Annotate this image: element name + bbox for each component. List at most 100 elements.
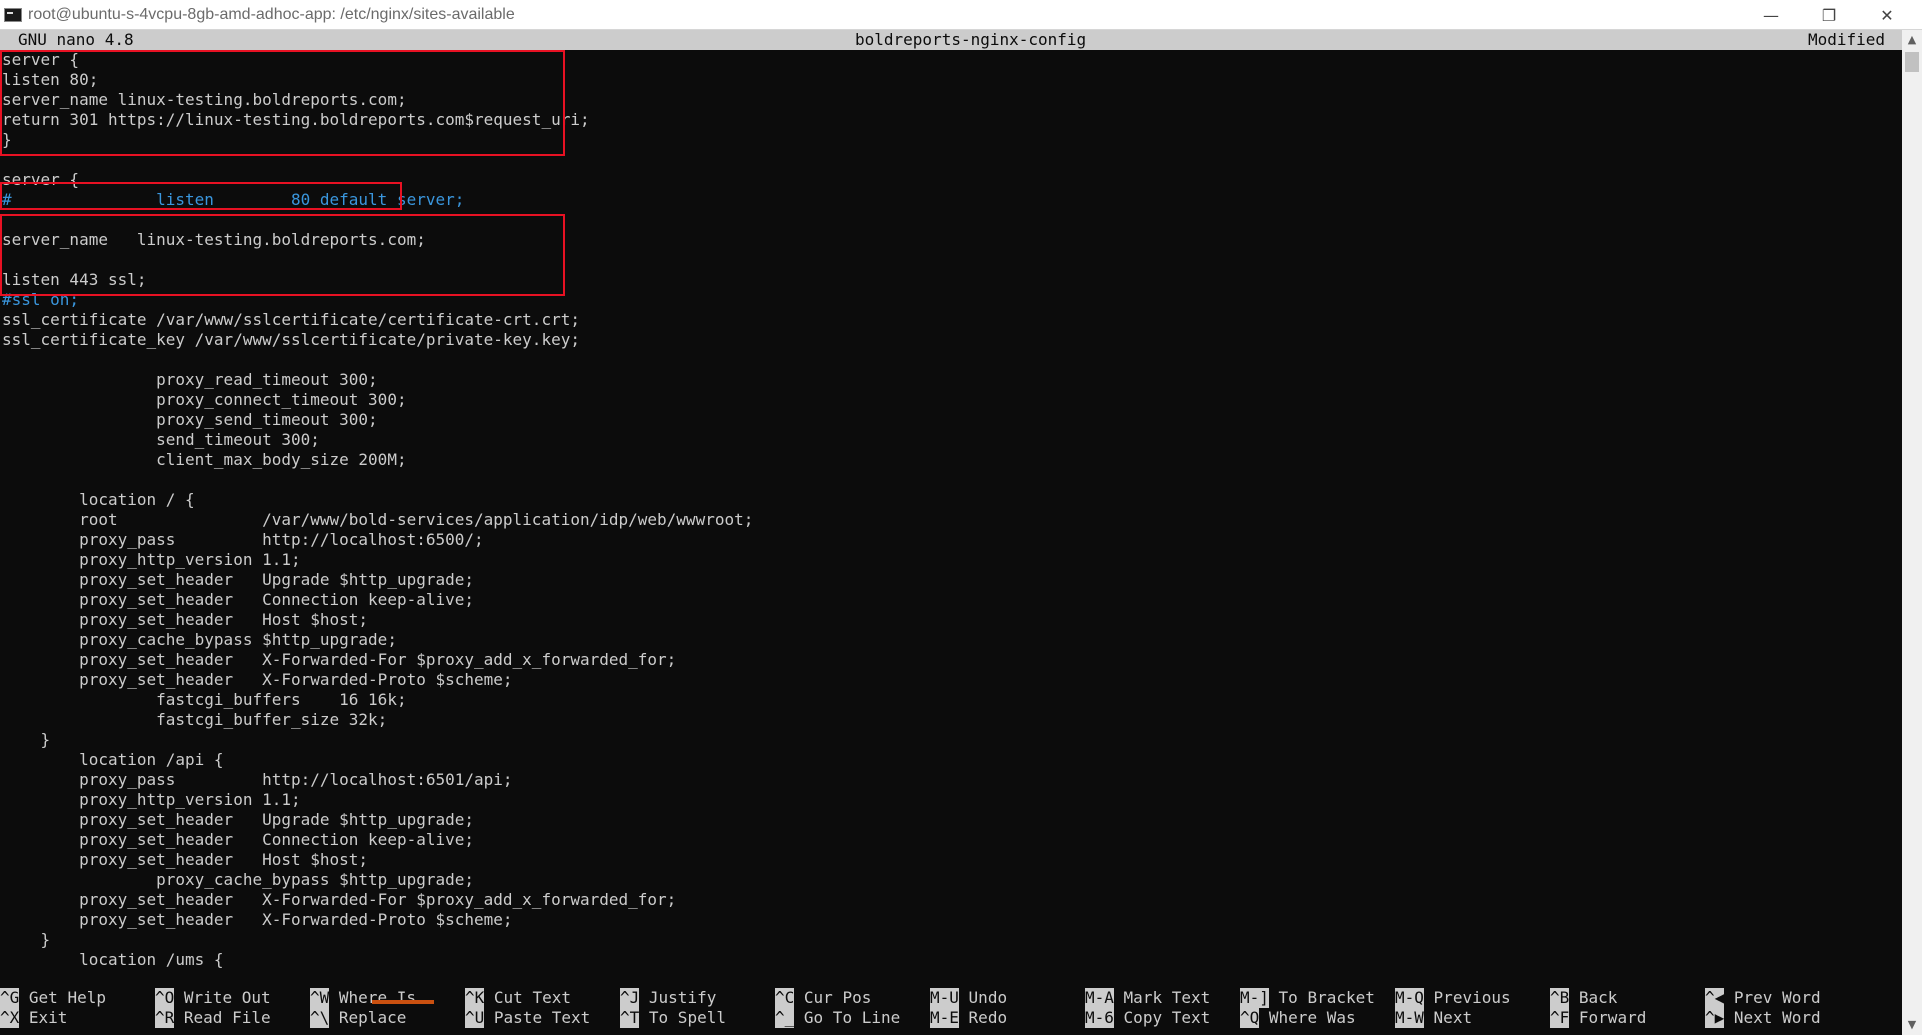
shortcut-key: ^B bbox=[1550, 988, 1570, 1008]
code-text: proxy_set_header Connection keep-alive; bbox=[2, 590, 475, 609]
shortcut-item: M-W Next bbox=[1395, 1008, 1472, 1028]
code-text: proxy_set_header X-Forwarded-Proto $sche… bbox=[2, 670, 513, 689]
shortcut-label: Copy Text bbox=[1123, 1008, 1211, 1027]
code-line[interactable]: proxy_set_header Upgrade $http_upgrade; bbox=[2, 810, 474, 830]
code-line[interactable]: proxy_set_header Upgrade $http_upgrade; bbox=[2, 570, 474, 590]
shortcut-item: ^G Get Help bbox=[0, 988, 106, 1008]
code-line[interactable]: proxy_cache_bypass $http_upgrade; bbox=[2, 870, 474, 890]
shortcut-item: ^K Cut Text bbox=[465, 988, 571, 1008]
code-line[interactable]: proxy_set_header Connection keep-alive; bbox=[2, 830, 474, 850]
shortcut-key: M-U bbox=[930, 988, 959, 1008]
shortcut-label: Where Was bbox=[1268, 1008, 1356, 1027]
terminal-area[interactable]: GNU nano 4.8 boldreports-nginx-config Mo… bbox=[0, 30, 1902, 1035]
shortcut-label: To Spell bbox=[648, 1008, 726, 1027]
code-text: client_max_body_size 200M; bbox=[2, 450, 407, 469]
shortcut-label: Next Word bbox=[1733, 1008, 1821, 1027]
shortcut-key: M-] bbox=[1240, 988, 1269, 1008]
code-line[interactable]: fastcgi_buffers 16 16k; bbox=[2, 690, 406, 710]
terminal-icon bbox=[4, 7, 22, 22]
shortcut-key: ^W bbox=[310, 988, 330, 1008]
shortcut-label: Undo bbox=[968, 988, 1008, 1007]
code-line[interactable]: proxy_connect_timeout 300; bbox=[2, 390, 407, 410]
code-text: proxy_connect_timeout 300; bbox=[2, 390, 407, 409]
code-line[interactable]: proxy_set_header Host $host; bbox=[2, 850, 368, 870]
code-line[interactable]: send_timeout 300; bbox=[2, 430, 320, 450]
shortcut-key: ^R bbox=[155, 1008, 175, 1028]
nano-header-bar: GNU nano 4.8 boldreports-nginx-config Mo… bbox=[0, 30, 1902, 50]
restore-button[interactable]: ❐ bbox=[1800, 0, 1858, 30]
shortcut-label: Back bbox=[1578, 988, 1618, 1007]
code-line[interactable]: proxy_send_timeout 300; bbox=[2, 410, 378, 430]
code-line[interactable]: proxy_cache_bypass $http_upgrade; bbox=[2, 630, 397, 650]
code-text: proxy_set_header Upgrade $http_upgrade; bbox=[2, 570, 475, 589]
code-text: proxy_pass http://localhost:6500/; bbox=[2, 530, 484, 549]
code-line[interactable]: proxy_set_header X-Forwarded-Proto $sche… bbox=[2, 670, 513, 690]
code-line[interactable]: location /api { bbox=[2, 750, 224, 770]
code-line[interactable]: proxy_http_version 1.1; bbox=[2, 790, 301, 810]
shortcut-label: Go To Line bbox=[803, 1008, 901, 1027]
shortcut-label: To Bracket bbox=[1278, 988, 1375, 1007]
code-text: proxy_cache_bypass $http_upgrade; bbox=[2, 630, 397, 649]
shortcut-label: Next bbox=[1433, 1008, 1473, 1027]
code-line[interactable]: proxy_read_timeout 300; bbox=[2, 370, 378, 390]
code-text: location / { bbox=[2, 490, 195, 509]
highlight-box-server-name bbox=[0, 182, 402, 210]
shortcut-label: Where Is bbox=[338, 988, 416, 1007]
code-text: location /ums { bbox=[2, 950, 224, 969]
shortcut-key: ^K bbox=[465, 988, 485, 1008]
code-line[interactable]: proxy_http_version 1.1; bbox=[2, 550, 301, 570]
shortcut-label: Prev Word bbox=[1733, 988, 1821, 1007]
code-line[interactable]: location / { bbox=[2, 490, 195, 510]
code-line[interactable]: proxy_set_header Connection keep-alive; bbox=[2, 590, 474, 610]
shortcut-label: Redo bbox=[968, 1008, 1008, 1027]
shortcut-item: M-Q Previous bbox=[1395, 988, 1511, 1008]
shortcut-label: Paste Text bbox=[493, 1008, 591, 1027]
shortcut-item: M-6 Copy Text bbox=[1085, 1008, 1210, 1028]
vertical-scrollbar[interactable]: ▲ ▼ bbox=[1902, 30, 1922, 1035]
shortcut-key: ^Q bbox=[1240, 1008, 1260, 1028]
code-line[interactable]: client_max_body_size 200M; bbox=[2, 450, 407, 470]
shortcut-item: ^X Exit bbox=[0, 1008, 67, 1028]
code-line[interactable]: ssl_certificate /var/www/sslcertificate/… bbox=[2, 310, 580, 330]
shortcut-label: Write Out bbox=[183, 988, 271, 1007]
code-text: proxy_send_timeout 300; bbox=[2, 410, 378, 429]
shortcut-key: M-E bbox=[930, 1008, 959, 1028]
modified-status: Modified bbox=[1808, 30, 1886, 49]
code-line[interactable]: proxy_set_header X-Forwarded-Proto $sche… bbox=[2, 910, 512, 930]
shortcut-key: ^T bbox=[620, 1008, 640, 1028]
scroll-up-icon[interactable]: ▲ bbox=[1902, 30, 1922, 50]
close-icon: ✕ bbox=[1880, 5, 1894, 25]
scroll-down-icon[interactable]: ▼ bbox=[1902, 1015, 1922, 1035]
shortcut-key: ^\ bbox=[310, 1008, 330, 1028]
shortcut-key: ^F bbox=[1550, 1008, 1570, 1028]
code-line[interactable]: } bbox=[2, 730, 51, 750]
code-line[interactable]: } bbox=[2, 930, 51, 950]
code-text: proxy_http_version 1.1; bbox=[2, 550, 301, 569]
code-line[interactable]: ssl_certificate_key /var/www/sslcertific… bbox=[2, 330, 580, 350]
code-line[interactable]: location /ums { bbox=[2, 950, 224, 970]
code-text: proxy_set_header X-Forwarded-For $proxy_… bbox=[2, 890, 677, 909]
code-line[interactable]: fastcgi_buffer_size 32k; bbox=[2, 710, 387, 730]
code-line[interactable]: proxy_set_header X-Forwarded-For $proxy_… bbox=[2, 890, 676, 910]
scroll-thumb[interactable] bbox=[1905, 52, 1919, 72]
code-text: } bbox=[2, 730, 51, 749]
shortcut-key: ^_ bbox=[775, 1008, 795, 1028]
shortcut-key: ^J bbox=[620, 988, 640, 1008]
code-line[interactable]: proxy_set_header X-Forwarded-For $proxy_… bbox=[2, 650, 676, 670]
code-line[interactable]: proxy_set_header Host $host; bbox=[2, 610, 368, 630]
highlight-box-redirect bbox=[0, 50, 565, 156]
code-line[interactable]: proxy_pass http://localhost:6501/api; bbox=[2, 770, 512, 790]
shortcut-item: M-A Mark Text bbox=[1085, 988, 1210, 1008]
code-text: ssl_certificate_key /var/www/sslcertific… bbox=[2, 330, 580, 349]
code-text: send_timeout 300; bbox=[2, 430, 320, 449]
code-line[interactable]: proxy_pass http://localhost:6500/; bbox=[2, 530, 484, 550]
close-button[interactable]: ✕ bbox=[1858, 0, 1916, 30]
shortcut-item: ^U Paste Text bbox=[465, 1008, 590, 1028]
shortcut-item: ^Q Where Was bbox=[1240, 1008, 1356, 1028]
shortcut-key: ^G bbox=[0, 988, 20, 1008]
minimize-button[interactable]: — bbox=[1742, 0, 1800, 30]
restore-icon: ❐ bbox=[1821, 5, 1837, 25]
highlight-box-ssl bbox=[0, 214, 565, 296]
shortcut-item: ^R Read File bbox=[155, 1008, 271, 1028]
code-line[interactable]: root /var/www/bold-services/application/… bbox=[2, 510, 753, 530]
